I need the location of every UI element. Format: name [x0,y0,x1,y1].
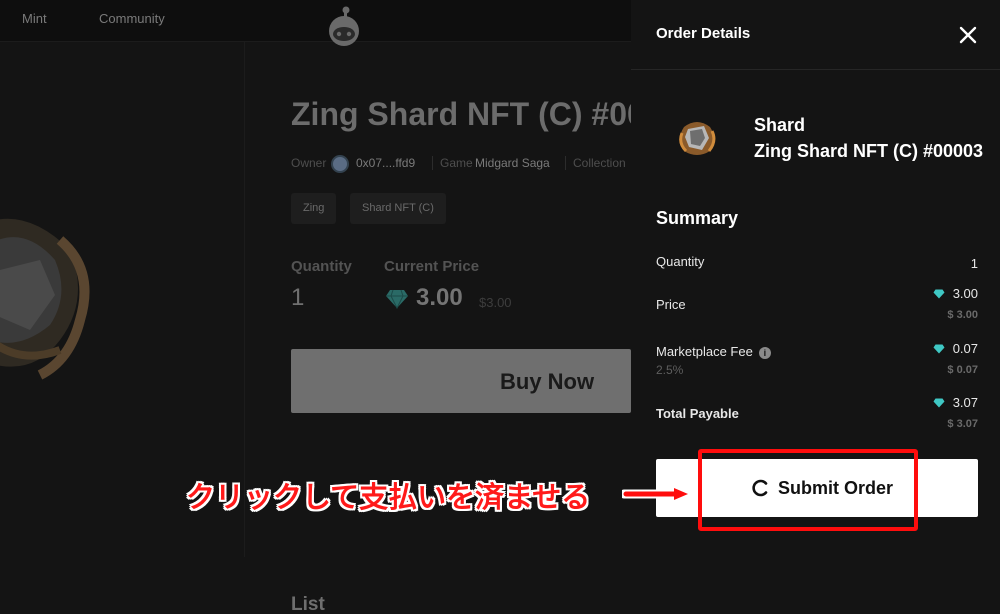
panel-title: Order Details [656,25,751,42]
close-icon[interactable] [957,24,979,46]
meta-divider [432,156,433,170]
summary-total-usd: $ 3.07 [947,418,978,430]
summary-fee-rate: 2.5% [656,363,684,377]
owner-avatar [331,155,349,173]
summary-fee-usd: $ 0.07 [947,364,978,376]
summary-heading: Summary [656,208,739,228]
current-price-value: 3.00 [416,284,463,311]
annotation-text: クリックして支払いを済ませる [186,482,591,514]
quantity-value: 1 [291,284,305,311]
highlight-box [698,449,918,531]
item-name: Zing Shard NFT (C) #00003 [754,141,984,161]
summary-quantity-value: 1 [970,256,978,271]
nav-mint[interactable]: Mint [22,11,47,26]
summary-price-usd: $ 3.00 [947,309,978,321]
nft-title: Zing Shard NFT (C) #000 [291,96,663,132]
game-label: Game [440,156,473,170]
diamond-icon [933,398,945,408]
summary-fee-value: 0.07 [933,341,978,356]
info-icon[interactable]: i [758,347,771,359]
collection-label: Collection [573,156,626,170]
list-heading: List [291,594,325,614]
item-thumbnail [679,122,716,155]
summary-total-label: Total Payable [656,406,739,421]
quantity-label: Quantity [291,258,352,275]
owner-label: Owner [291,156,327,170]
tag-shard[interactable]: Shard NFT (C) [350,193,446,224]
buy-now-label: Buy Now [500,369,595,394]
current-price-label: Current Price [384,258,480,275]
summary-quantity-label: Quantity [656,254,705,269]
tag-zing[interactable]: Zing [291,193,337,224]
panel-header: Order Details [631,0,1000,70]
owner-address[interactable]: 0x07....ffd9 [356,156,415,170]
meta-divider [565,156,566,170]
arrow-right-icon [622,483,694,505]
summary-total-value: 3.07 [933,395,978,410]
logo-icon[interactable] [326,4,362,48]
nav-community[interactable]: Community [99,11,165,26]
item-type: Shard [754,115,806,135]
diamond-icon [386,289,408,309]
summary-price-label: Price [656,297,686,312]
diamond-icon [933,344,945,354]
nft-artwork [0,218,90,380]
diamond-icon [933,289,945,299]
summary-price-value: 3.00 [933,286,978,301]
current-price-usd: $3.00 [479,295,512,310]
game-value[interactable]: Midgard Saga [475,156,550,170]
buy-now-button[interactable]: Buy Now [291,349,631,413]
summary-fee-label: Marketplace Fee i [656,344,771,359]
